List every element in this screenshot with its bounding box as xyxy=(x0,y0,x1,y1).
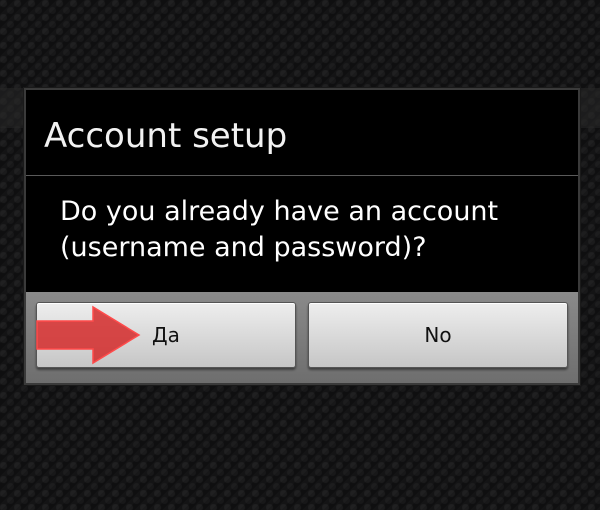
dialog-button-panel: Да No xyxy=(26,292,578,383)
no-button[interactable]: No xyxy=(308,302,568,368)
account-setup-dialog: Account setup Do you already have an acc… xyxy=(24,88,580,385)
title-divider xyxy=(26,175,578,176)
yes-button[interactable]: Да xyxy=(36,302,296,368)
dialog-message: Do you already have an account (username… xyxy=(60,196,499,263)
dialog-title: Account setup xyxy=(44,116,288,156)
